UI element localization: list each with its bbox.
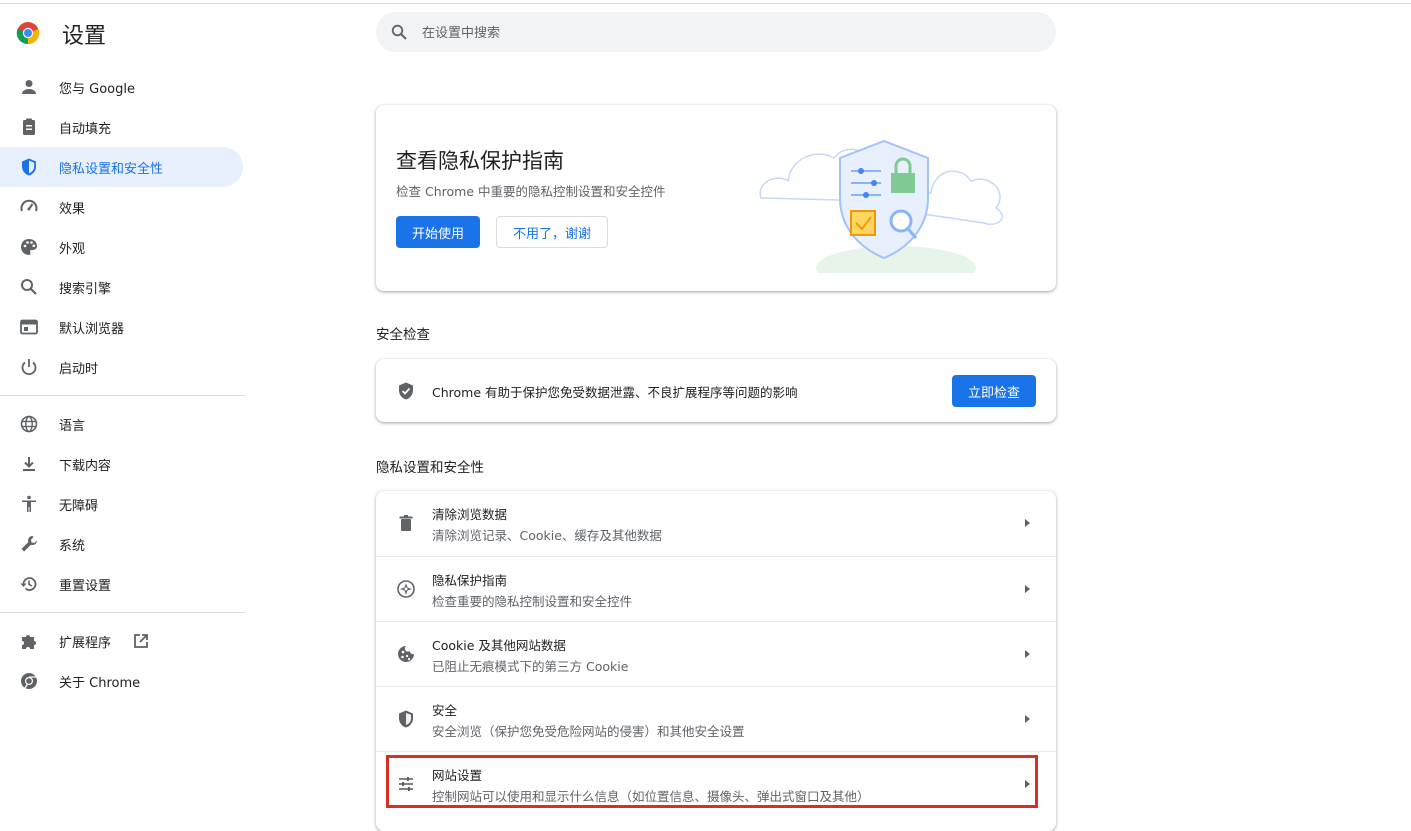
promo-subtitle: 检查 Chrome 中重要的隐私控制设置和安全控件 xyxy=(396,184,666,199)
arrow-right-icon xyxy=(1025,715,1030,723)
privacy-shield-illustration xyxy=(759,139,1003,273)
check-now-button[interactable]: 立即检查 xyxy=(952,375,1036,407)
row-subtitle: 已阻止无痕模式下的第三方 Cookie xyxy=(432,659,629,674)
sidebar-item-default-browser[interactable]: 默认浏览器 xyxy=(0,307,243,347)
row-subtitle: 清除浏览记录、Cookie、缓存及其他数据 xyxy=(432,528,662,543)
site-settings-highlight xyxy=(386,755,1038,808)
puzzle-icon xyxy=(22,635,36,649)
restore-icon xyxy=(20,577,37,591)
speedometer-icon xyxy=(20,199,38,212)
sidebar-item-autofill[interactable]: 自动填充 xyxy=(0,107,243,147)
sidebar-divider xyxy=(0,395,245,396)
sidebar-item-privacy-security[interactable]: 隐私设置和安全性 xyxy=(0,147,243,187)
list-item-security[interactable]: 安全 安全浏览（保护您免受危险网站的侵害）和其他安全设置 xyxy=(376,686,1056,752)
safety-check-heading: 安全检查 xyxy=(376,327,430,343)
top-border xyxy=(0,3,1411,4)
privacy-section-heading: 隐私设置和安全性 xyxy=(376,460,484,476)
search-icon xyxy=(391,24,407,40)
wrench-icon xyxy=(21,536,37,552)
row-title: 隐私保护指南 xyxy=(432,573,508,588)
row-subtitle: 检查重要的隐私控制设置和安全控件 xyxy=(432,594,633,609)
privacy-guide-promo-card: 查看隐私保护指南 检查 Chrome 中重要的隐私控制设置和安全控件 开始使用 … xyxy=(376,105,1056,291)
search-bar[interactable] xyxy=(376,12,1056,54)
arrow-right-icon xyxy=(1025,650,1030,658)
sidebar-item-label: 效果 xyxy=(59,201,86,217)
download-icon xyxy=(23,457,35,471)
accessibility-icon xyxy=(22,495,36,512)
globe-icon xyxy=(20,415,38,433)
sidebar-item-search-engine[interactable]: 搜索引擎 xyxy=(0,267,243,307)
chrome-logo-icon xyxy=(16,22,40,45)
sidebar-item-label: 语言 xyxy=(59,418,86,434)
sidebar-item-on-startup[interactable]: 启动时 xyxy=(0,347,243,387)
sidebar-item-label: 您与 Google xyxy=(59,81,135,97)
sidebar: 您与 Google 自动填充 隐私设置和安全性 效果 外观 搜索引擎 默认浏览器… xyxy=(0,67,245,701)
row-title: 安全 xyxy=(432,703,458,718)
shield-icon xyxy=(22,158,36,176)
browser-window-icon xyxy=(20,319,38,335)
no-thanks-button[interactable]: 不用了，谢谢 xyxy=(496,216,608,248)
search-icon xyxy=(21,279,37,295)
clipboard-icon xyxy=(23,118,35,135)
sidebar-item-appearance[interactable]: 外观 xyxy=(0,227,243,267)
power-icon xyxy=(21,359,37,376)
list-item-privacy-guide[interactable]: 隐私保护指南 检查重要的隐私控制设置和安全控件 xyxy=(376,556,1056,622)
promo-title: 查看隐私保护指南 xyxy=(396,149,564,173)
sidebar-item-extensions[interactable]: 扩展程序 xyxy=(0,621,243,661)
row-title: Cookie 及其他网站数据 xyxy=(432,638,566,653)
sidebar-item-label: 默认浏览器 xyxy=(59,321,125,337)
arrow-right-icon xyxy=(1025,585,1030,593)
safety-check-description: Chrome 有助于保护您免受数据泄露、不良扩展程序等问题的影响 xyxy=(432,385,798,400)
sidebar-divider xyxy=(0,612,245,613)
sidebar-item-downloads[interactable]: 下载内容 xyxy=(0,444,243,484)
open-in-new-icon xyxy=(134,634,148,648)
sidebar-item-system[interactable]: 系统 xyxy=(0,524,243,564)
cookie-icon xyxy=(398,646,414,662)
sidebar-item-label: 重置设置 xyxy=(59,578,112,594)
sidebar-item-accessibility[interactable]: 无障碍 xyxy=(0,484,243,524)
arrow-right-icon xyxy=(1025,519,1030,527)
sidebar-item-you-and-google[interactable]: 您与 Google xyxy=(0,67,243,107)
sidebar-item-performance[interactable]: 效果 xyxy=(0,187,243,227)
sidebar-item-reset[interactable]: 重置设置 xyxy=(0,564,243,604)
row-title: 清除浏览数据 xyxy=(432,507,508,522)
security-shield-icon xyxy=(399,710,413,728)
sidebar-item-label: 关于 Chrome xyxy=(59,675,141,691)
page-title: 设置 xyxy=(62,24,107,49)
sidebar-item-label: 下载内容 xyxy=(59,458,112,474)
sidebar-item-label: 启动时 xyxy=(59,361,99,377)
trash-icon xyxy=(399,515,413,531)
safety-check-card: Chrome 有助于保护您免受数据泄露、不良扩展程序等问题的影响 立即检查 xyxy=(376,359,1056,422)
chrome-icon xyxy=(21,673,37,691)
sidebar-item-label: 搜索引擎 xyxy=(59,281,112,297)
sidebar-item-label: 无障碍 xyxy=(59,498,99,514)
sidebar-item-label: 外观 xyxy=(59,241,86,257)
sidebar-item-label: 扩展程序 xyxy=(59,635,112,651)
sidebar-item-label: 系统 xyxy=(59,538,86,554)
list-item-cookies[interactable]: Cookie 及其他网站数据 已阻止无痕模式下的第三方 Cookie xyxy=(376,621,1056,687)
sidebar-item-about-chrome[interactable]: 关于 Chrome xyxy=(0,661,243,701)
sidebar-item-label: 隐私设置和安全性 xyxy=(59,161,164,177)
person-icon xyxy=(22,80,36,94)
sidebar-item-languages[interactable]: 语言 xyxy=(0,404,243,444)
list-item-clear-browsing-data[interactable]: 清除浏览数据 清除浏览记录、Cookie、缓存及其他数据 xyxy=(376,491,1056,556)
shield-check-icon xyxy=(399,382,413,400)
search-input[interactable] xyxy=(420,12,1024,54)
compass-icon xyxy=(397,580,415,598)
row-subtitle: 安全浏览（保护您免受危险网站的侵害）和其他安全设置 xyxy=(432,724,745,739)
palette-icon xyxy=(21,239,37,255)
start-button[interactable]: 开始使用 xyxy=(396,216,480,248)
sidebar-item-label: 自动填充 xyxy=(59,121,112,137)
